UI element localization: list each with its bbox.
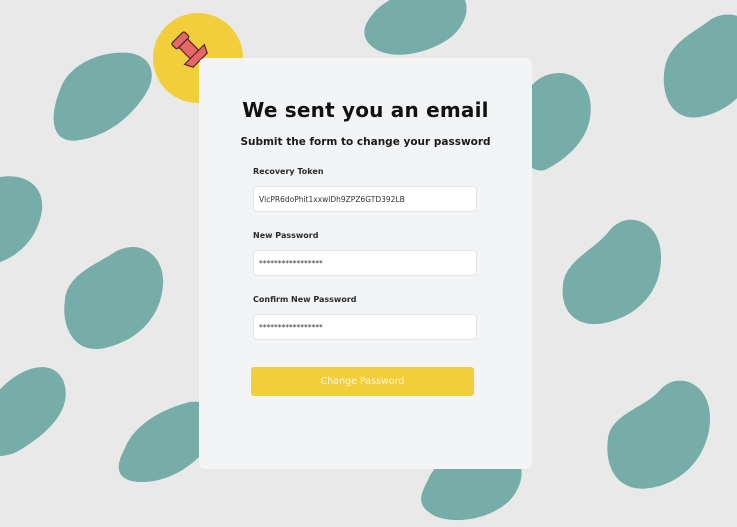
recovery-token-field[interactable] — [253, 186, 477, 212]
decorative-blob — [64, 247, 164, 350]
decorative-blob — [0, 176, 43, 263]
decorative-blob — [663, 14, 737, 118]
page-subtitle: Submit the form to change your password — [240, 136, 491, 148]
new-password-label: New Password — [253, 231, 319, 240]
change-password-button[interactable]: Change Password — [251, 367, 474, 396]
decorative-blob — [0, 367, 66, 456]
decorative-blob — [364, 0, 467, 55]
new-password-field[interactable] — [253, 250, 477, 276]
reset-password-card: We sent you an email Submit the form to … — [199, 58, 532, 469]
page-title: We sent you an email — [242, 98, 489, 122]
confirm-password-label: Confirm New Password — [253, 295, 357, 304]
decorative-blob — [53, 52, 152, 141]
recovery-token-label: Recovery Token — [253, 167, 324, 176]
decorative-blob — [607, 380, 710, 489]
decorative-blob — [562, 219, 662, 325]
page-background: We sent you an email Submit the form to … — [0, 0, 737, 527]
confirm-password-field[interactable] — [253, 314, 477, 340]
